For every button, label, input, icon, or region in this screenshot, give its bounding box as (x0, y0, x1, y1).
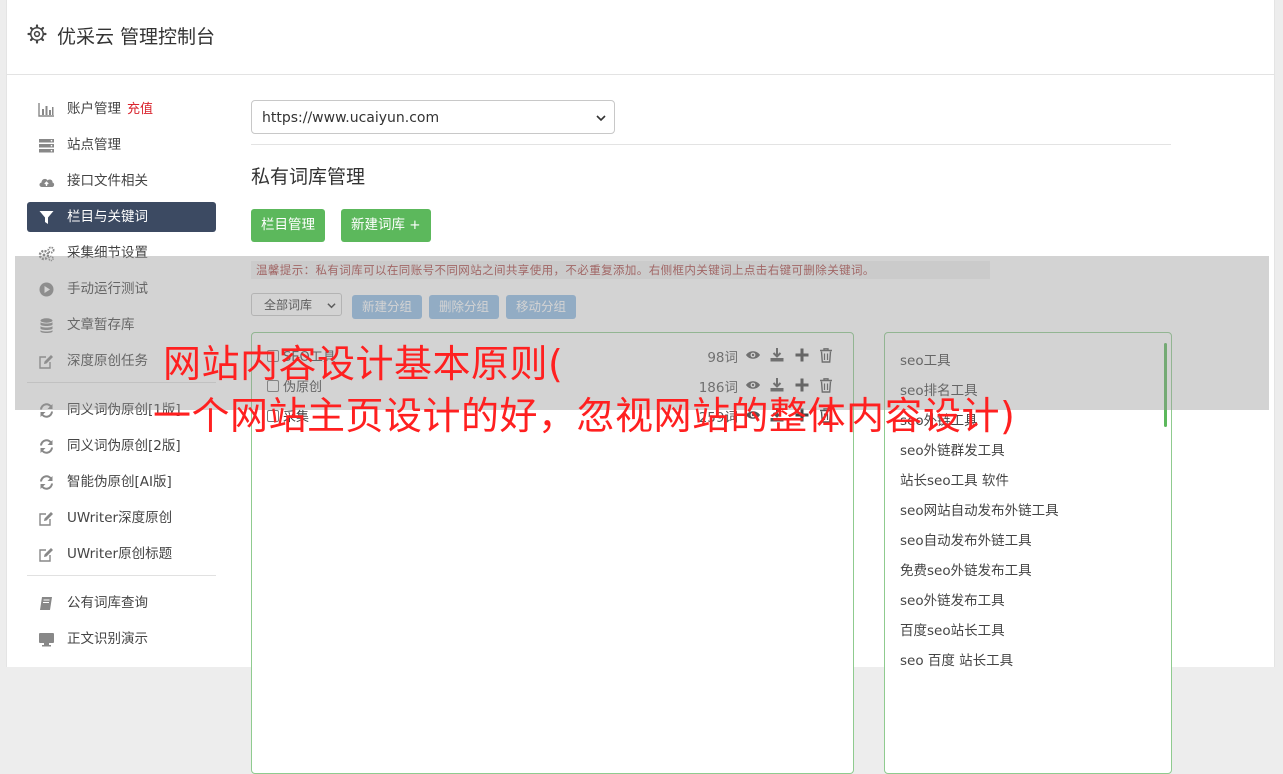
sidebar-item-columns-keywords[interactable]: 栏目与关键词 (27, 202, 216, 232)
sidebar-item-uwriter-deep[interactable]: UWriter深度原创 (27, 503, 216, 533)
column-manage-button[interactable]: 栏目管理 (251, 209, 325, 242)
edit-icon (39, 548, 53, 562)
sidebar-item-text-recognition[interactable]: 正文识别演示 (27, 624, 216, 654)
server-icon (39, 139, 54, 153)
monitor-icon (39, 633, 54, 647)
sidebar-item-label: 智能伪原创[AI版] (67, 474, 172, 490)
sidebar-item-account[interactable]: 账户管理 充值 (27, 94, 216, 124)
keyword-item[interactable]: seo网站自动发布外链工具 (900, 499, 1059, 519)
overlay-title-line2: 一个网站主页设计的好，忽视网站的整体内容设计) (153, 394, 1016, 438)
edit-icon (39, 512, 53, 526)
chevron-down-icon (596, 115, 606, 122)
sidebar-item-interface-files[interactable]: 接口文件相关 (27, 166, 216, 196)
cloud-upload-icon (39, 178, 55, 187)
keyword-item[interactable]: 站长seo工具 软件 (900, 469, 1009, 489)
sidebar-item-label: 栏目与关键词 (67, 209, 148, 225)
keyword-item[interactable]: 免费seo外链发布工具 (900, 559, 1032, 579)
overlay-title-line1: 网站内容设计基本原则( (163, 342, 564, 386)
book-icon (40, 597, 52, 610)
sidebar-item-ai-original[interactable]: 智能伪原创[AI版] (27, 467, 216, 497)
divider (251, 144, 1171, 145)
sidebar-item-label: UWriter深度原创 (67, 510, 173, 526)
sidebar-item-label: 站点管理 (67, 137, 121, 153)
keyword-item[interactable]: seo外链发布工具 (900, 589, 1005, 609)
site-select[interactable]: https://www.ucaiyun.com (251, 100, 615, 134)
sidebar-item-label: 账户管理 (67, 101, 121, 117)
page-title: 优采云 管理控制台 (57, 26, 216, 48)
sidebar-item-label: UWriter原创标题 (67, 546, 173, 562)
bar-chart-icon (38, 103, 54, 117)
keyword-item[interactable]: seo自动发布外链工具 (900, 529, 1032, 549)
sidebar-item-sites[interactable]: 站点管理 (27, 130, 216, 160)
sidebar-item-public-lexicon[interactable]: 公有词库查询 (27, 588, 216, 618)
keyword-item[interactable]: seo 百度 站长工具 (900, 649, 1013, 669)
recharge-link[interactable]: 充值 (127, 102, 153, 117)
keyword-item[interactable]: seo外链群发工具 (900, 439, 1005, 459)
site-select-value: https://www.ucaiyun.com (262, 110, 440, 126)
refresh-icon (40, 439, 53, 454)
sidebar-item-label: 正文识别演示 (67, 631, 148, 647)
new-library-button[interactable]: 新建词库 + (341, 209, 431, 242)
refresh-icon (40, 475, 53, 490)
sidebar-divider (27, 575, 216, 576)
filter-icon (39, 211, 54, 224)
keyword-item[interactable]: 百度seo站长工具 (900, 619, 1005, 639)
overlay-title: 网站内容设计基本原则( 一个网站主页设计的好，忽视网站的整体内容设计) (153, 338, 1015, 442)
sidebar-item-uwriter-title[interactable]: UWriter原创标题 (27, 539, 216, 569)
gear-icon (27, 24, 47, 44)
sidebar-item-label: 公有词库查询 (67, 595, 148, 611)
sidebar-item-label: 接口文件相关 (67, 173, 148, 189)
header: 优采云 管理控制台 (7, 0, 1274, 75)
section-title: 私有词库管理 (251, 166, 366, 188)
